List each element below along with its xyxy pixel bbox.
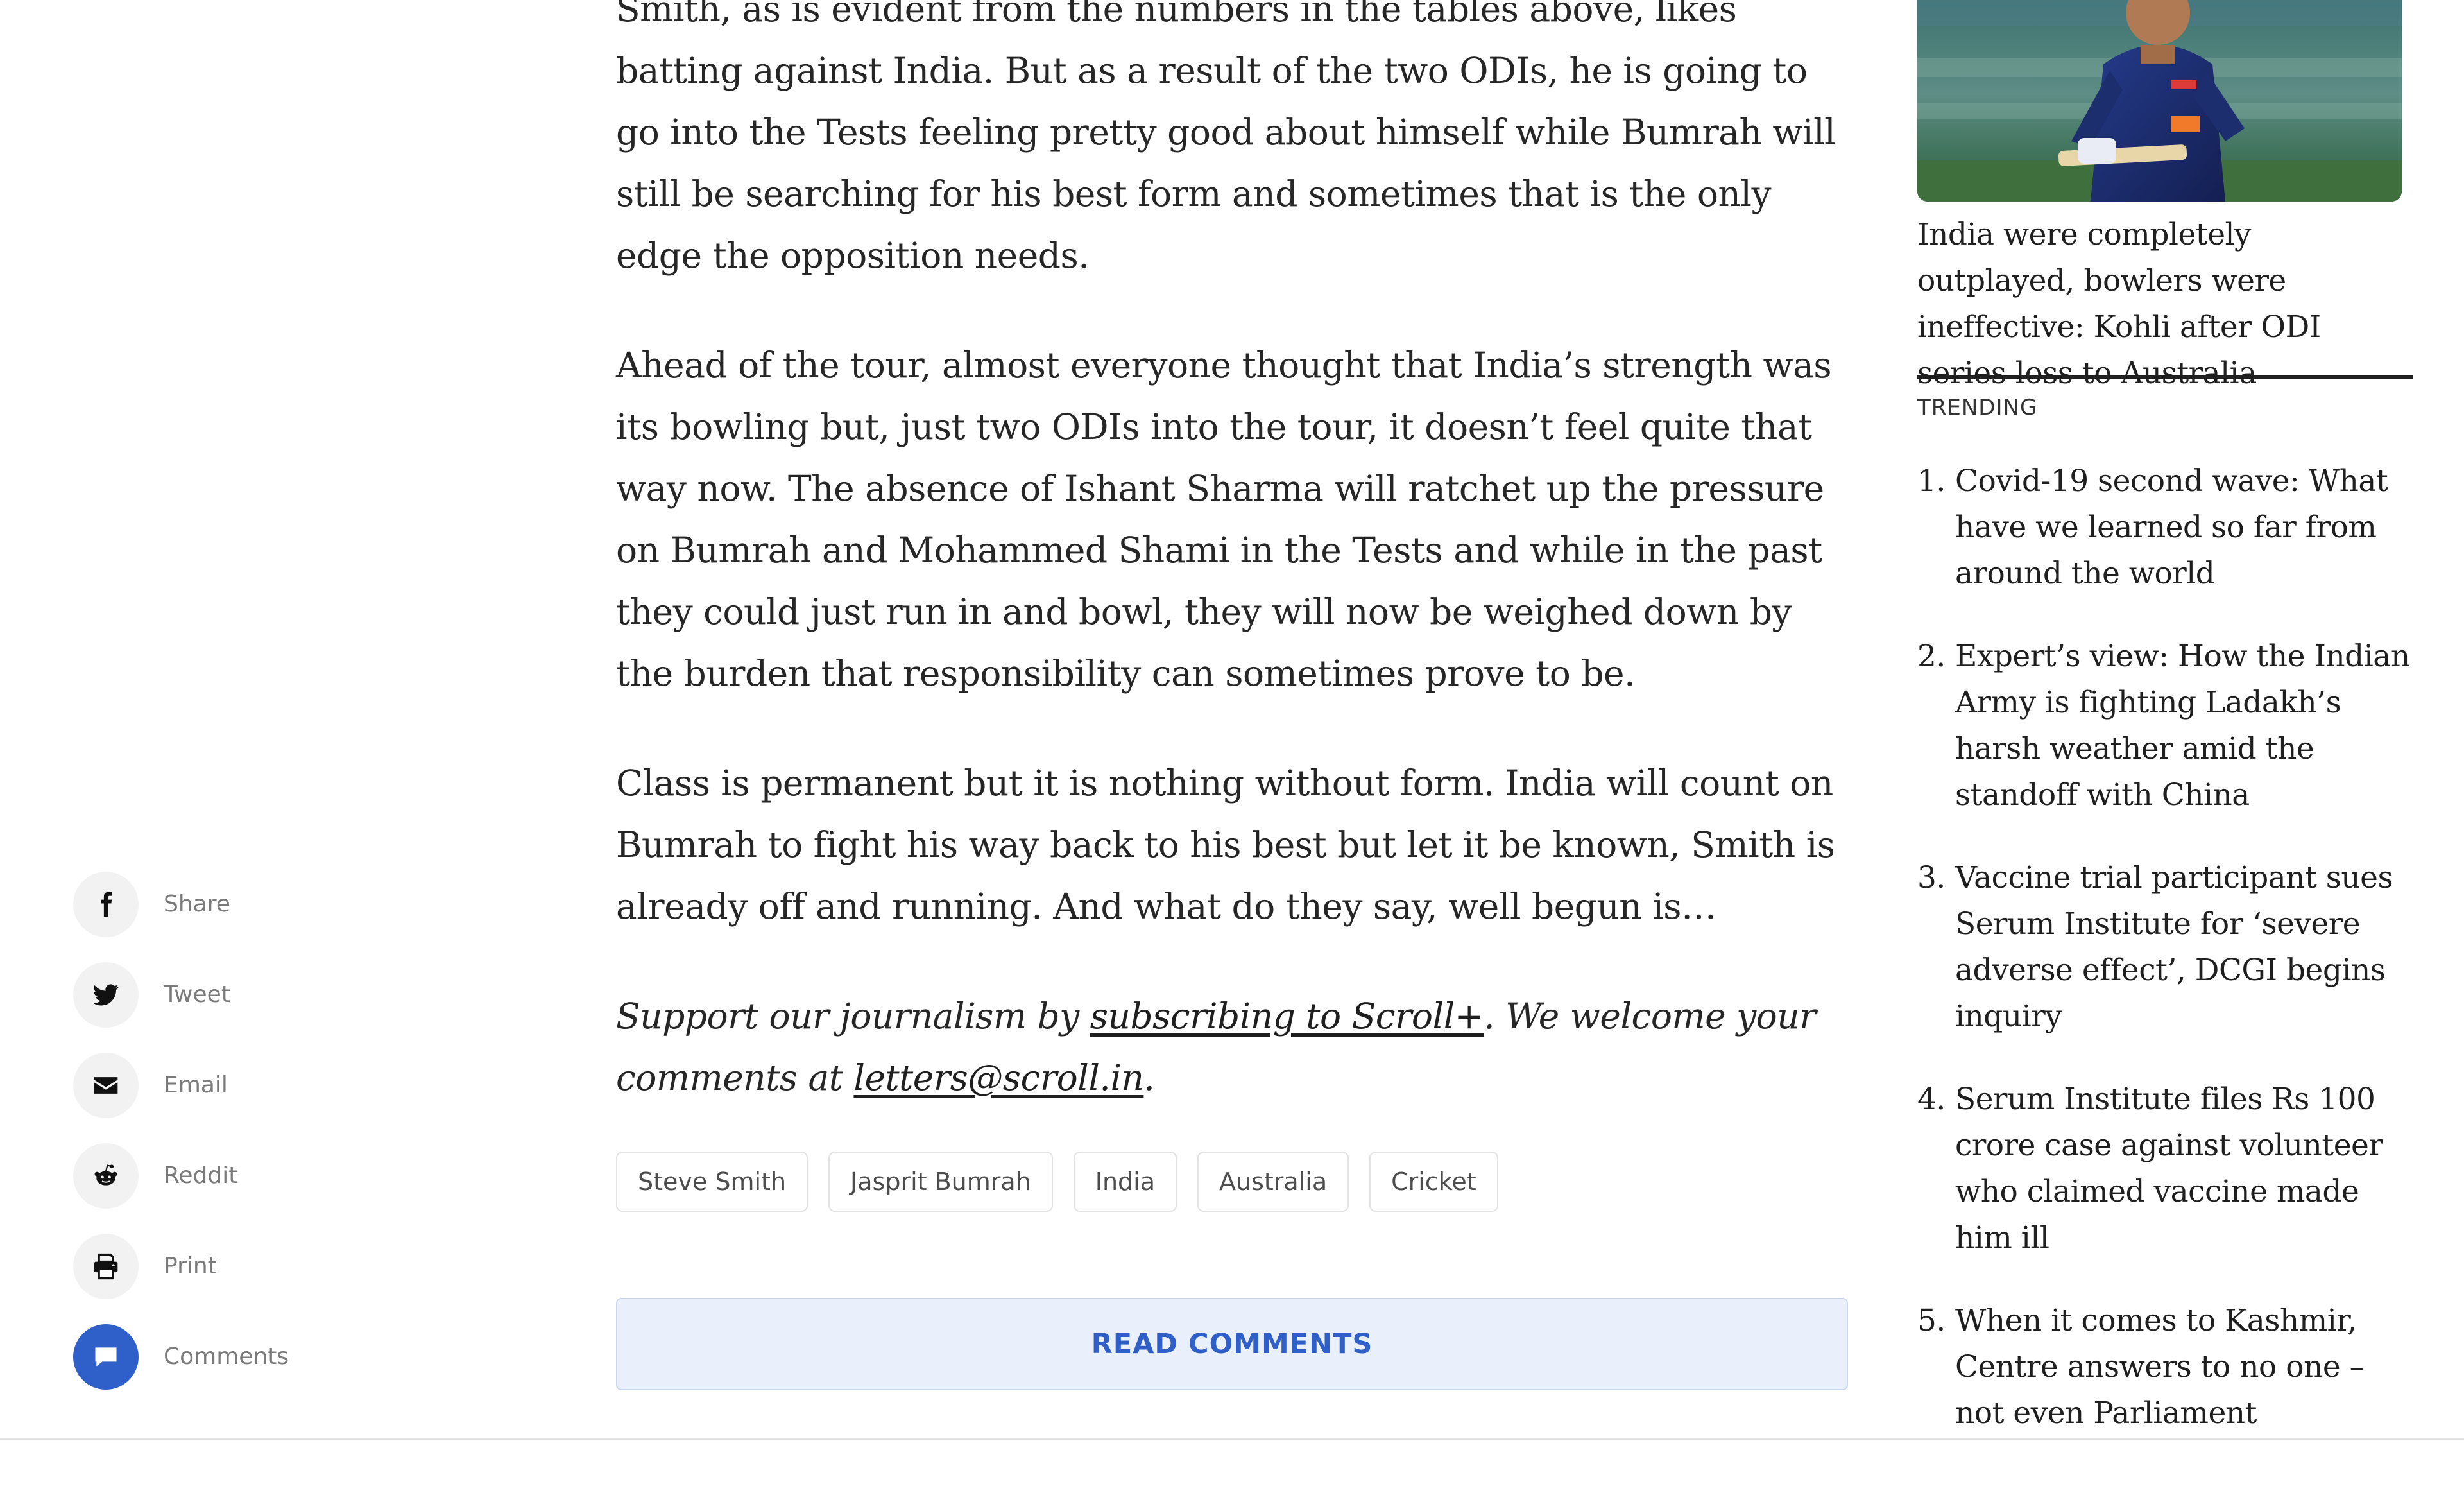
trending-title[interactable]: Serum Institute files Rs 100 crore case …: [1955, 1082, 2383, 1256]
share-label: Share: [164, 891, 230, 917]
trending-item[interactable]: 1. Covid-19 second wave: What have we lea…: [1917, 458, 2413, 597]
trending-item[interactable]: 5. When it comes to Kashmir, Centre answe…: [1917, 1298, 2413, 1437]
trending-item[interactable]: 2. Expert’s view: How the Indian Army is …: [1917, 634, 2413, 818]
read-comments-button[interactable]: READ COMMENTS: [616, 1298, 1848, 1390]
trending-number: 2.: [1917, 639, 1946, 674]
support-suffix: .: [1143, 1057, 1155, 1098]
share-rail: Share Tweet Email Reddit Print Comments: [73, 872, 407, 1415]
share-label: Reddit: [164, 1162, 238, 1189]
trending-title[interactable]: When it comes to Kashmir, Centre answers…: [1955, 1303, 2365, 1431]
twitter-icon[interactable]: [73, 962, 139, 1028]
printer-icon[interactable]: [73, 1234, 139, 1299]
subscribe-link[interactable]: subscribing to Scroll+: [1090, 996, 1484, 1037]
tag-list: Steve Smith Jasprit Bumrah India Austral…: [616, 1152, 1498, 1212]
print-button[interactable]: Print: [73, 1234, 407, 1299]
article-paragraph: Class is permanent but it is nothing wit…: [616, 763, 1835, 927]
trending-title[interactable]: Expert’s view: How the Indian Army is fi…: [1955, 639, 2410, 813]
tag-steve-smith[interactable]: Steve Smith: [616, 1152, 809, 1212]
support-note: Support our journalism by subscribing to…: [616, 985, 1848, 1109]
trending-item[interactable]: 3. Vaccine trial participant sues Serum I…: [1917, 855, 2413, 1040]
trending-list: 1. Covid-19 second wave: What have we lea…: [1917, 458, 2413, 1473]
feature-caption[interactable]: India were completely outplayed, bowlers…: [1917, 212, 2413, 397]
share-label: Print: [164, 1253, 217, 1279]
trending-title[interactable]: Covid-19 second wave: What have we learn…: [1955, 463, 2388, 591]
tag-india[interactable]: India: [1073, 1152, 1177, 1212]
reddit-icon[interactable]: [73, 1143, 139, 1209]
share-email-button[interactable]: Email: [73, 1053, 407, 1118]
tag-jasprit-bumrah[interactable]: Jasprit Bumrah: [828, 1152, 1053, 1212]
share-label: Email: [164, 1072, 228, 1098]
comments-button[interactable]: Comments: [73, 1324, 407, 1390]
article-paragraph: Ahead of the tour, almost everyone thoug…: [616, 345, 1832, 694]
envelope-icon[interactable]: [73, 1053, 139, 1118]
footer-divider: [0, 1438, 2464, 1440]
tag-australia[interactable]: Australia: [1197, 1152, 1349, 1212]
feature-image[interactable]: [1917, 0, 2402, 202]
share-facebook-button[interactable]: Share: [73, 872, 407, 937]
tag-cricket[interactable]: Cricket: [1369, 1152, 1498, 1212]
share-label: Tweet: [164, 981, 230, 1008]
trending-number: 1.: [1917, 463, 1946, 499]
share-twitter-button[interactable]: Tweet: [73, 962, 407, 1028]
article-body: Smith, as is evident from the numbers in…: [616, 0, 1848, 1157]
trending-title[interactable]: Vaccine trial participant sues Serum Ins…: [1955, 860, 2393, 1034]
trending-divider: [1917, 375, 2413, 379]
letters-email-link[interactable]: letters@scroll.in: [853, 1057, 1144, 1098]
trending-item[interactable]: 4. Serum Institute files Rs 100 crore cas…: [1917, 1076, 2413, 1261]
trending-heading: TRENDING: [1917, 395, 2038, 420]
support-prefix: Support our journalism by: [616, 996, 1090, 1037]
share-reddit-button[interactable]: Reddit: [73, 1143, 407, 1209]
comment-icon[interactable]: [73, 1324, 139, 1390]
trending-number: 4.: [1917, 1082, 1946, 1117]
trending-number: 5.: [1917, 1303, 1946, 1338]
article-paragraph: Smith, as is evident from the numbers in…: [616, 0, 1836, 276]
trending-number: 3.: [1917, 860, 1946, 895]
share-label: Comments: [164, 1343, 289, 1370]
facebook-icon[interactable]: [73, 872, 139, 937]
